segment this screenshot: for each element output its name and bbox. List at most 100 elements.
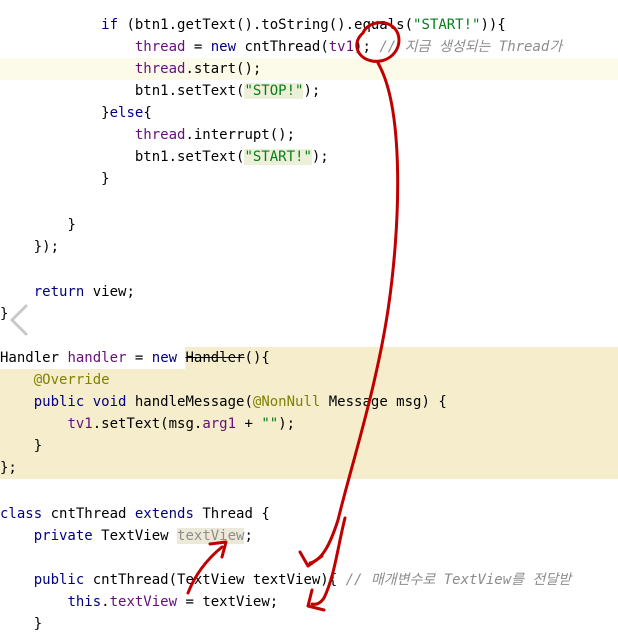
code-text: .setText( <box>168 83 245 99</box>
field-thread: thread <box>134 39 186 55</box>
code-line[interactable]: btn1.setText("START!"); <box>0 146 618 168</box>
code-text: ); <box>354 39 380 55</box>
field-textview-unused: textView <box>177 528 245 544</box>
keyword-public: public <box>33 394 85 410</box>
code-text: .setText( <box>168 149 245 165</box>
code-line[interactable]: } <box>0 613 618 635</box>
code-line[interactable]: if (btn1.getText().toString().equals("ST… <box>0 14 618 36</box>
code-text: ); <box>311 149 329 165</box>
code-line[interactable]: public void handleMessage(@NonNull Messa… <box>0 391 618 413</box>
keyword-return: return <box>33 284 85 300</box>
code-line[interactable]: thread.interrupt(); <box>0 124 618 146</box>
identifier-btn1: btn1 <box>134 83 169 99</box>
code-text: } <box>33 616 43 632</box>
code-line[interactable]: } <box>0 435 618 457</box>
code-text: }; <box>0 460 17 476</box>
deprecated-type: Handler <box>185 350 245 366</box>
field-tv1: tv1 <box>328 39 355 55</box>
field-tv1: tv1 <box>67 416 93 432</box>
code-text: Message msg) { <box>320 394 447 410</box>
code-text: .start(); <box>185 61 262 77</box>
code-line[interactable]: } <box>0 303 618 325</box>
code-text: } <box>101 105 110 121</box>
annotation-nonnull: @NonNull <box>252 394 321 410</box>
string-literal: "" <box>261 416 279 432</box>
code-line[interactable]: class cntThread extends Thread { <box>0 503 618 525</box>
code-line[interactable]: thread = new cntThread(tv1); // 지금 생성되는 … <box>0 36 618 58</box>
code-text: = textView; <box>177 594 279 610</box>
code-text: .getText().toString().equals( <box>168 17 414 33</box>
code-line[interactable]: private TextView textView; <box>0 525 618 547</box>
identifier-btn1: btn1 <box>134 149 169 165</box>
field-arg1: arg1 <box>202 416 237 432</box>
code-line[interactable]: @Override <box>0 369 618 391</box>
code-line[interactable]: btn1.setText("STOP!"); <box>0 80 618 102</box>
code-line[interactable]: public cntThread(TextView textView){ // … <box>0 569 618 591</box>
code-text: view; <box>84 284 135 300</box>
field-thread: thread <box>134 127 186 143</box>
code-comment: // 지금 생성되는 Thread가 <box>379 39 563 55</box>
code-line[interactable]: }; <box>0 457 618 479</box>
code-line[interactable]: Handler handler = new Handler(){ <box>0 347 618 369</box>
code-line[interactable]: } <box>0 214 618 236</box>
code-text: handleMessage( <box>126 394 253 410</box>
chevron-left-icon[interactable] <box>4 300 34 340</box>
code-line[interactable]: tv1.setText(msg.arg1 + ""); <box>0 413 618 435</box>
code-text: ); <box>303 83 321 99</box>
keyword-if: if <box>101 17 119 33</box>
keyword-this: this <box>67 594 102 610</box>
code-text: } <box>101 171 110 187</box>
keyword-private: private <box>33 528 93 544</box>
code-line[interactable]: } <box>0 168 618 190</box>
code-line[interactable]: }else{ <box>0 102 618 124</box>
code-text: } <box>33 438 43 454</box>
code-text: = <box>126 350 152 366</box>
keyword-void: void <box>92 394 127 410</box>
code-text: cntThread <box>42 506 135 522</box>
code-comment: // 매개변수로 TextView를 전달받 <box>345 572 572 588</box>
keyword-else: else <box>109 105 144 121</box>
keyword-class: class <box>0 506 43 522</box>
arrow-head <box>298 550 324 568</box>
code-line-current[interactable]: thread.start(); <box>0 58 618 80</box>
field-textview: textView <box>109 594 178 610</box>
code-text: ); <box>278 416 296 432</box>
code-text: }); <box>33 239 60 255</box>
code-text: .interrupt(); <box>185 127 296 143</box>
code-line[interactable]: return view; <box>0 281 618 303</box>
field-handler: handler <box>67 350 127 366</box>
code-text: ; <box>244 528 253 544</box>
code-text: ( <box>118 17 135 33</box>
code-text: . <box>101 594 110 610</box>
keyword-new: new <box>151 350 178 366</box>
field-thread: thread <box>134 61 186 77</box>
code-line[interactable]: }); <box>0 236 618 258</box>
code-text: )){ <box>480 17 506 33</box>
code-text: Thread { <box>193 506 270 522</box>
type-handler: Handler <box>0 350 60 366</box>
code-line[interactable]: this.textView = textView; <box>0 591 618 613</box>
code-text: = <box>185 39 211 55</box>
keyword-public: public <box>33 572 85 588</box>
keyword-new: new <box>210 39 237 55</box>
string-literal: "START!" <box>244 149 312 165</box>
annotation-override: @Override <box>33 372 110 388</box>
